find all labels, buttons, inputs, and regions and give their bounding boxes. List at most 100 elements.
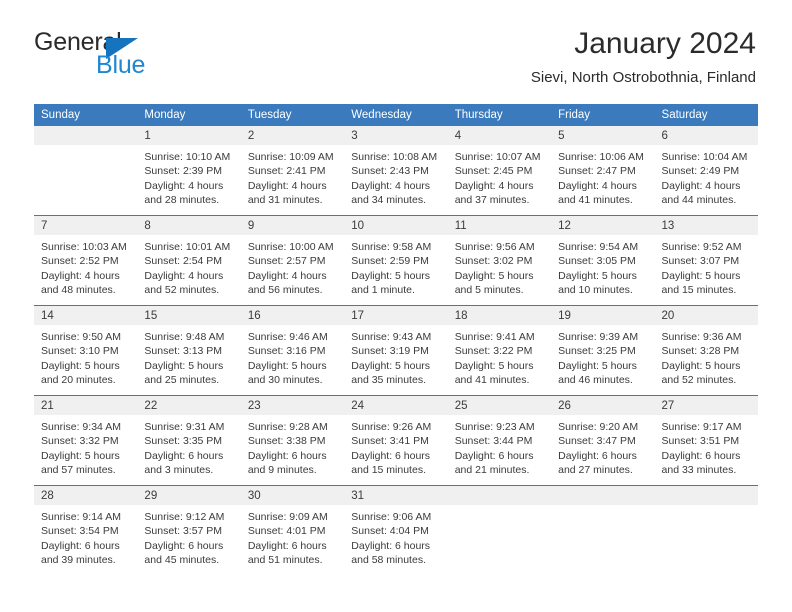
- sunset-text: Sunset: 3:54 PM: [41, 525, 119, 538]
- daylight-text-line1: Daylight: 4 hours: [247, 269, 327, 282]
- day-number: [34, 126, 138, 145]
- day-number: 14: [34, 306, 138, 325]
- calendar-day-cell[interactable]: 26 Sunrise: 9:20 AM Sunset: 3:47 PM Dayligh…: [551, 395, 655, 486]
- daylight-text-line2: and 44 minutes.: [661, 194, 737, 207]
- calendar-cell-empty: [654, 485, 758, 575]
- day-number: 31: [344, 486, 448, 505]
- daylight-text-line2: and 39 minutes.: [41, 554, 116, 567]
- daylight-text-line1: Daylight: 4 hours: [41, 269, 120, 282]
- day-details: Sunrise: 9:06 AM Sunset: 4:04 PM Daylight:…: [344, 505, 447, 568]
- calendar-day-cell[interactable]: 15 Sunrise: 9:48 AM Sunset: 3:13 PM Dayligh…: [137, 305, 241, 396]
- weekday-header-wednesday: Wednesday: [344, 104, 448, 126]
- day-details: Sunrise: 9:28 AM Sunset: 3:38 PM Daylight:…: [241, 415, 344, 478]
- day-number: 20: [654, 306, 758, 325]
- calendar-day-cell[interactable]: 24 Sunrise: 9:26 AM Sunset: 3:41 PM Dayligh…: [344, 395, 448, 486]
- daylight-text-line2: and 10 minutes.: [558, 284, 633, 297]
- calendar-day-cell[interactable]: 12 Sunrise: 9:54 AM Sunset: 3:05 PM Dayligh…: [551, 215, 655, 306]
- sunset-text: Sunset: 2:43 PM: [351, 165, 429, 178]
- sunset-text: Sunset: 3:51 PM: [661, 435, 740, 448]
- sunset-text: Sunset: 2:59 PM: [351, 255, 429, 268]
- general-blue-logo[interactable]: General Blue: [34, 26, 184, 82]
- calendar-day-cell[interactable]: 6 Sunrise: 10:04 AM Sunset: 2:49 PM Dayligh…: [654, 126, 758, 216]
- daylight-text-line2: and 28 minutes.: [144, 194, 220, 207]
- calendar-day-cell[interactable]: 16 Sunrise: 9:46 AM Sunset: 3:16 PM Dayligh…: [240, 305, 345, 396]
- calendar-day-cell[interactable]: 1 Sunrise: 10:10 AM Sunset: 2:39 PM Dayligh…: [137, 126, 241, 216]
- calendar-day-cell[interactable]: 22 Sunrise: 9:31 AM Sunset: 3:35 PM Dayligh…: [137, 395, 241, 486]
- daylight-text-line1: Daylight: 5 hours: [454, 269, 534, 282]
- calendar-cell-inner: 24 Sunrise: 9:26 AM Sunset: 3:41 PM Dayligh…: [344, 396, 448, 485]
- daylight-text-line1: Daylight: 6 hours: [41, 539, 120, 552]
- calendar-day-cell[interactable]: 18 Sunrise: 9:41 AM Sunset: 3:22 PM Dayligh…: [447, 305, 552, 396]
- day-number: 27: [654, 396, 758, 415]
- calendar-day-cell[interactable]: 28 Sunrise: 9:14 AM Sunset: 3:54 PM Dayligh…: [34, 485, 138, 575]
- calendar-day-cell[interactable]: 4 Sunrise: 10:07 AM Sunset: 2:45 PM Dayligh…: [447, 126, 552, 216]
- calendar-day-cell[interactable]: 5 Sunrise: 10:06 AM Sunset: 2:47 PM Dayligh…: [551, 126, 655, 216]
- calendar-day-cell[interactable]: 31 Sunrise: 9:06 AM Sunset: 4:04 PM Dayligh…: [344, 485, 448, 575]
- sunset-text: Sunset: 2:52 PM: [41, 255, 119, 268]
- sunset-text: Sunset: 3:02 PM: [454, 255, 533, 268]
- daylight-text-line2: and 41 minutes.: [454, 374, 530, 387]
- day-number: 24: [344, 396, 448, 415]
- sunset-text: Sunset: 3:35 PM: [144, 435, 223, 448]
- day-number: 29: [137, 486, 241, 505]
- page-title: January 2024: [574, 27, 756, 60]
- sunset-text: Sunset: 3:32 PM: [41, 435, 119, 448]
- daylight-text-line1: Daylight: 5 hours: [144, 359, 224, 372]
- calendar-day-cell[interactable]: 29 Sunrise: 9:12 AM Sunset: 3:57 PM Dayligh…: [137, 485, 241, 575]
- daylight-text-line1: Daylight: 4 hours: [144, 179, 224, 192]
- calendar-cell-inner: 26 Sunrise: 9:20 AM Sunset: 3:47 PM Dayligh…: [551, 396, 655, 485]
- page-subtitle: Sievi, North Ostrobothnia, Finland: [530, 69, 756, 87]
- calendar-cell-inner: 15 Sunrise: 9:48 AM Sunset: 3:13 PM Dayligh…: [137, 306, 241, 395]
- sunrise-text: Sunrise: 10:01 AM: [144, 241, 231, 253]
- calendar-day-cell[interactable]: 27 Sunrise: 9:17 AM Sunset: 3:51 PM Dayligh…: [654, 395, 758, 486]
- calendar-day-cell[interactable]: 7 Sunrise: 10:03 AM Sunset: 2:52 PM Dayligh…: [34, 215, 138, 306]
- sunrise-text: Sunrise: 10:04 AM: [661, 151, 748, 163]
- day-number: 25: [447, 396, 552, 415]
- day-number: 12: [551, 216, 655, 235]
- sunrise-text: Sunrise: 9:17 AM: [661, 421, 742, 433]
- day-details: Sunrise: 9:43 AM Sunset: 3:19 PM Daylight:…: [344, 325, 447, 388]
- daylight-text-line2: and 20 minutes.: [41, 374, 116, 387]
- sunset-text: Sunset: 3:16 PM: [247, 345, 326, 358]
- calendar-day-cell[interactable]: 30 Sunrise: 9:09 AM Sunset: 4:01 PM Dayligh…: [240, 485, 345, 575]
- sunrise-text: Sunrise: 9:26 AM: [351, 421, 432, 433]
- calendar-head: Sunday Monday Tuesday Wednesday Thursday…: [34, 104, 758, 126]
- sunset-text: Sunset: 3:25 PM: [558, 345, 636, 358]
- calendar-day-cell[interactable]: 21 Sunrise: 9:34 AM Sunset: 3:32 PM Dayligh…: [34, 395, 138, 486]
- day-details: [34, 145, 137, 150]
- day-number: 19: [551, 306, 655, 325]
- calendar-day-cell[interactable]: 10 Sunrise: 9:58 AM Sunset: 2:59 PM Dayligh…: [344, 215, 448, 306]
- calendar-day-cell[interactable]: 13 Sunrise: 9:52 AM Sunset: 3:07 PM Dayligh…: [654, 215, 758, 306]
- daylight-text-line2: and 52 minutes.: [661, 374, 737, 387]
- calendar-day-cell[interactable]: 23 Sunrise: 9:28 AM Sunset: 3:38 PM Dayligh…: [240, 395, 345, 486]
- calendar-day-cell[interactable]: 11 Sunrise: 9:56 AM Sunset: 3:02 PM Dayligh…: [447, 215, 552, 306]
- day-number: [551, 486, 655, 505]
- calendar-day-cell[interactable]: 20 Sunrise: 9:36 AM Sunset: 3:28 PM Dayligh…: [654, 305, 758, 396]
- day-number: 13: [654, 216, 758, 235]
- weekday-header-monday: Monday: [137, 104, 241, 126]
- calendar-day-cell[interactable]: 3 Sunrise: 10:08 AM Sunset: 2:43 PM Dayligh…: [344, 126, 448, 216]
- calendar-day-cell[interactable]: 9 Sunrise: 10:00 AM Sunset: 2:57 PM Dayligh…: [240, 215, 345, 306]
- calendar-cell-inner: [551, 486, 655, 575]
- calendar-day-cell[interactable]: 25 Sunrise: 9:23 AM Sunset: 3:44 PM Dayligh…: [447, 395, 552, 486]
- daylight-text-line2: and 31 minutes.: [247, 194, 323, 207]
- calendar-cell-inner: 14 Sunrise: 9:50 AM Sunset: 3:10 PM Dayligh…: [34, 306, 138, 395]
- day-details: Sunrise: 9:14 AM Sunset: 3:54 PM Daylight:…: [34, 505, 137, 568]
- calendar-cell-inner: 1 Sunrise: 10:10 AM Sunset: 2:39 PM Dayligh…: [137, 126, 241, 215]
- sunrise-text: Sunrise: 9:46 AM: [247, 331, 328, 343]
- daylight-text-line2: and 33 minutes.: [661, 464, 737, 477]
- calendar-day-cell[interactable]: 2 Sunrise: 10:09 AM Sunset: 2:41 PM Dayligh…: [240, 126, 345, 216]
- sunrise-text: Sunrise: 9:54 AM: [558, 241, 639, 253]
- calendar-day-cell[interactable]: 8 Sunrise: 10:01 AM Sunset: 2:54 PM Dayligh…: [137, 215, 241, 306]
- daylight-text-line1: Daylight: 4 hours: [144, 269, 224, 282]
- calendar-day-cell[interactable]: 14 Sunrise: 9:50 AM Sunset: 3:10 PM Dayligh…: [34, 305, 138, 396]
- sunrise-text: Sunrise: 10:09 AM: [247, 151, 334, 163]
- daylight-text-line2: and 9 minutes.: [247, 464, 317, 477]
- daylight-text-line2: and 5 minutes.: [454, 284, 524, 297]
- daylight-text-line1: Daylight: 4 hours: [351, 179, 431, 192]
- calendar-cell-inner: 5 Sunrise: 10:06 AM Sunset: 2:47 PM Dayligh…: [551, 126, 655, 215]
- calendar-day-cell[interactable]: 19 Sunrise: 9:39 AM Sunset: 3:25 PM Dayligh…: [551, 305, 655, 396]
- sunset-text: Sunset: 2:49 PM: [661, 165, 740, 178]
- calendar-cell-empty: [34, 126, 138, 216]
- calendar-day-cell[interactable]: 17 Sunrise: 9:43 AM Sunset: 3:19 PM Dayligh…: [344, 305, 448, 396]
